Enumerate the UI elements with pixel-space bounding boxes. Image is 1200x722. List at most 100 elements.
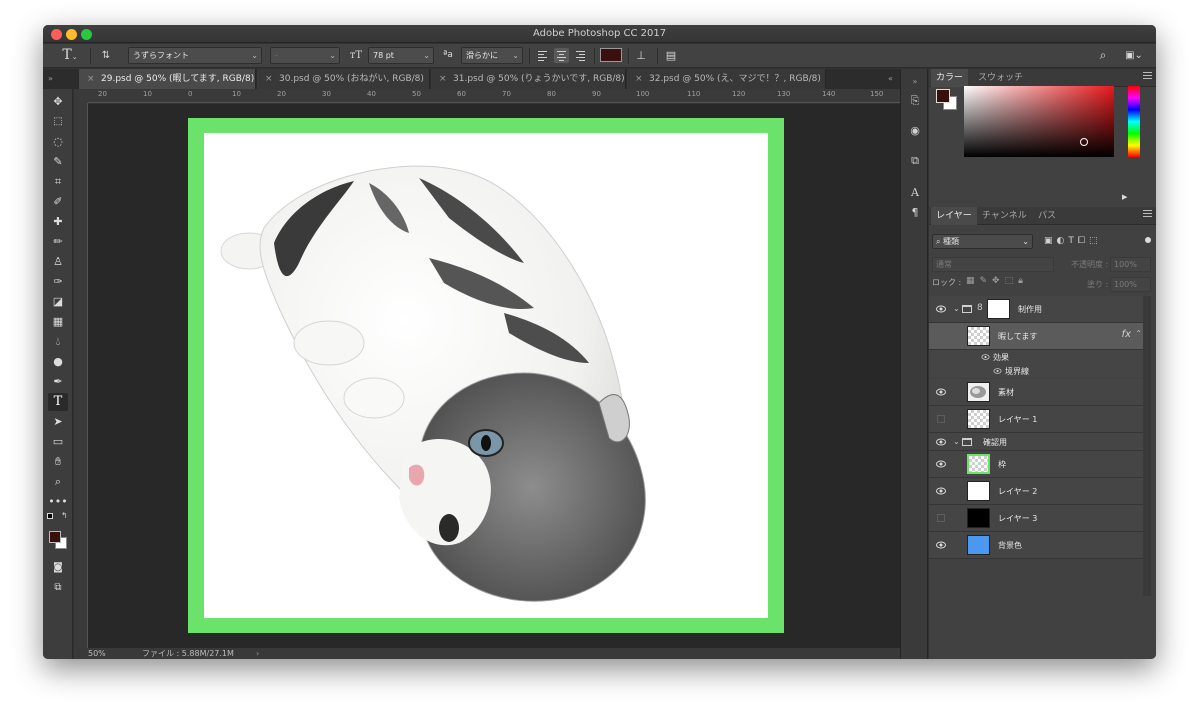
warp-text-icon[interactable]: ⊥ [633,47,649,64]
document-canvas[interactable] [204,133,768,618]
tab-swatches[interactable]: スウォッチ [973,69,1028,87]
marquee-tool-icon[interactable]: ⬚ [48,113,68,131]
filter-toggle[interactable] [1145,237,1151,243]
zoom-level[interactable]: 50% [88,648,106,659]
hue-slider-handle[interactable]: ▶ [1122,193,1127,201]
lasso-tool-icon[interactable]: ◌ [48,133,68,151]
effect-row[interactable]: 効果 [929,350,1143,364]
move-tool-icon[interactable]: ✥ [48,93,68,111]
toggle-orientation-icon[interactable]: ⇅ [98,47,114,64]
visibility-toggle[interactable] [937,514,945,522]
eye-icon[interactable] [936,459,946,469]
close-tab-icon[interactable]: × [265,69,273,89]
history-brush-tool-icon[interactable]: ✑ [48,273,68,291]
effect-row[interactable]: 境界線 [929,364,1143,378]
eye-icon[interactable] [936,540,946,550]
lock-icons[interactable]: ▦✎✥⬚🔒︎ [966,276,1028,286]
layer-filter-select[interactable]: ⌕ 種類 ⌄ [932,234,1033,249]
character-panel-icon[interactable]: A [907,185,923,201]
chevron-down-icon[interactable]: ⌄ [953,437,960,446]
collapse-panels-icon[interactable]: « [888,74,893,83]
chevron-up-icon[interactable]: ⌃ [1135,329,1142,338]
eyedropper-tool-icon[interactable]: ✐ [48,193,68,211]
tab-31-psd[interactable]: × 31.psd @ 50% (りょうかいです, RGB/8) [431,69,626,89]
tab-32-psd[interactable]: × 32.psd @ 50% (え、マジで！？, RGB/8) [627,69,826,89]
tab-color[interactable]: カラー [931,69,969,87]
clone-stamp-tool-icon[interactable]: ♙ [48,253,68,271]
layer-row[interactable]: レイヤー 3 [929,505,1143,532]
status-menu-arrow[interactable]: › [256,648,259,659]
layer-row[interactable]: ⌄ 確認用 [929,433,1143,451]
chevron-down-icon[interactable]: ⌄ [953,304,960,313]
dodge-tool-icon[interactable]: ● [48,353,68,371]
close-tab-icon[interactable]: × [439,69,447,89]
visibility-toggle[interactable] [937,332,945,340]
paragraph-panel-icon[interactable]: ¶ [907,205,923,221]
eye-icon[interactable] [936,304,946,314]
eye-icon[interactable] [936,486,946,496]
screen-mode-icon[interactable]: ⧉ [48,579,68,597]
foreground-color-swatch[interactable] [936,89,950,103]
font-family-select[interactable]: うずらフォント ⌄ [128,47,262,64]
layer-thumbnail[interactable] [967,454,990,474]
layer-thumbnail[interactable] [967,481,990,501]
layer-row[interactable]: 背景色 [929,532,1143,559]
file-info[interactable]: ファイル : 5.88M/27.1M [142,648,234,659]
align-center-button[interactable] [554,48,569,63]
opacity-input[interactable]: 100% [1110,257,1151,272]
canvas-area[interactable] [88,104,900,648]
layer-row[interactable]: レイヤー 1 [929,406,1143,433]
adjustments-panel-icon[interactable]: ◉ [907,123,923,139]
font-style-select[interactable]: - ⌄ [270,47,340,64]
foreground-color-swatch[interactable] [49,531,61,543]
layer-thumbnail[interactable] [967,508,990,528]
path-select-tool-icon[interactable]: ➤ [48,413,68,431]
tab-layers[interactable]: レイヤー [931,207,977,225]
tab-29-psd[interactable]: × 29.psd @ 50% (暇してます, RGB/8) * [79,69,256,89]
text-color-swatch[interactable] [600,48,622,62]
color-picker-cursor[interactable] [1080,138,1088,146]
eye-icon[interactable] [981,353,990,361]
panel-menu-icon[interactable] [1143,72,1152,81]
quick-mask-icon[interactable]: ◙ [48,559,68,577]
blend-mode-select[interactable]: 通常 [932,257,1054,272]
layer-row[interactable]: 素材 [929,379,1143,406]
crop-tool-icon[interactable]: ⌗ [48,173,68,191]
blur-tool-icon[interactable]: 💧︎ [48,333,68,351]
color-picker-swatches[interactable] [47,529,69,551]
color-saturation-field[interactable] [964,86,1114,157]
fx-icon[interactable]: fx [1122,329,1131,340]
tab-30-psd[interactable]: × 30.psd @ 50% (おねがい, RGB/8) [257,69,430,89]
quick-select-tool-icon[interactable]: ✎ [48,153,68,171]
panel-menu-icon[interactable] [1143,210,1152,219]
more-tools-icon[interactable]: ••• [48,493,68,511]
eraser-tool-icon[interactable]: ◪ [48,293,68,311]
layer-row[interactable]: 枠 [929,451,1143,478]
hue-slider[interactable] [1128,86,1140,157]
gradient-tool-icon[interactable]: ▦ [48,313,68,331]
font-size-select[interactable]: 78 pt ⌄ [368,47,434,64]
eye-icon[interactable] [936,437,946,447]
layer-row[interactable]: 暇してます fx ⌃ [929,323,1143,350]
layer-row[interactable]: レイヤー 2 [929,478,1143,505]
healing-brush-tool-icon[interactable]: ✚ [48,213,68,231]
close-tab-icon[interactable]: × [635,69,643,89]
rectangle-tool-icon[interactable]: ▭ [48,433,68,451]
layer-mask-thumbnail[interactable] [987,299,1010,319]
eye-icon[interactable] [936,387,946,397]
tab-channels[interactable]: チャンネル [977,207,1032,225]
align-left-button[interactable] [535,48,550,63]
workspace-icon[interactable]: ▣⌄ [1121,47,1147,64]
layer-thumbnail[interactable] [967,382,990,402]
hand-tool-icon[interactable]: ✋︎ [48,453,68,471]
antialias-select[interactable]: 滑らかに ⌄ [461,47,523,64]
layer-thumbnail[interactable] [967,535,990,555]
layer-filter-icons[interactable]: ▣◐T⧠⬚ [1044,236,1102,246]
history-panel-icon[interactable]: ⎘ [907,93,923,109]
expand-panels-icon[interactable]: » [48,74,53,83]
tab-paths[interactable]: パス [1033,207,1061,225]
eye-icon[interactable] [993,367,1002,375]
type-tool-preset-icon[interactable]: T⌄ [57,47,83,64]
character-panel-icon[interactable]: ▤ [663,47,679,64]
visibility-toggle[interactable] [937,415,945,423]
